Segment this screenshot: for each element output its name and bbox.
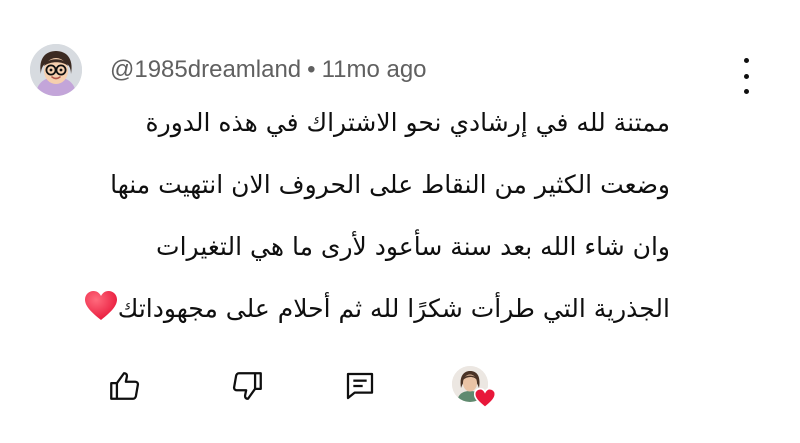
comment-actions — [0, 366, 800, 406]
dislike-button[interactable] — [228, 366, 268, 406]
more-options-button[interactable] — [732, 58, 760, 94]
comment-line-4: الجذرية التي طرأت شكرًا لله ثم أحلام على… — [117, 294, 670, 323]
creator-heart-icon — [473, 387, 497, 412]
comment-line-2: وضعت الكثير من النقاط على الحروف الان ان… — [110, 170, 670, 199]
like-button[interactable] — [104, 366, 144, 406]
meta-separator: • — [307, 56, 316, 83]
more-vertical-icon-dot — [743, 89, 749, 94]
comment-line-3: وان شاء الله بعد سنة سأعود لأرى ما هي ال… — [156, 232, 670, 261]
author-avatar[interactable] — [30, 44, 82, 96]
comment-text: ممتنة لله في إرشادي نحو الاشتراك في هذه … — [84, 92, 670, 344]
thumbs-down-icon — [232, 372, 262, 400]
thumbs-up-icon — [110, 372, 140, 400]
avatar-illustration-icon — [30, 44, 82, 96]
comment-meta: @1985dreamland • 11mo ago — [110, 55, 427, 85]
comment-timestamp[interactable]: 11mo ago — [322, 56, 427, 83]
more-vertical-icon-dot — [743, 58, 749, 63]
author-handle[interactable]: @1985dreamland — [110, 56, 301, 83]
creator-heart-badge — [452, 366, 498, 412]
reply-comment-icon — [346, 372, 374, 400]
red-heart-emoji-icon — [84, 282, 118, 344]
reply-button[interactable] — [340, 366, 380, 406]
comment-line-4-wrap: الجذرية التي طرأت شكرًا لله ثم أحلام على… — [84, 278, 670, 344]
more-vertical-icon-dot — [743, 73, 749, 79]
comment-line-1: ممتنة لله في إرشادي نحو الاشتراك في هذه … — [145, 108, 670, 137]
